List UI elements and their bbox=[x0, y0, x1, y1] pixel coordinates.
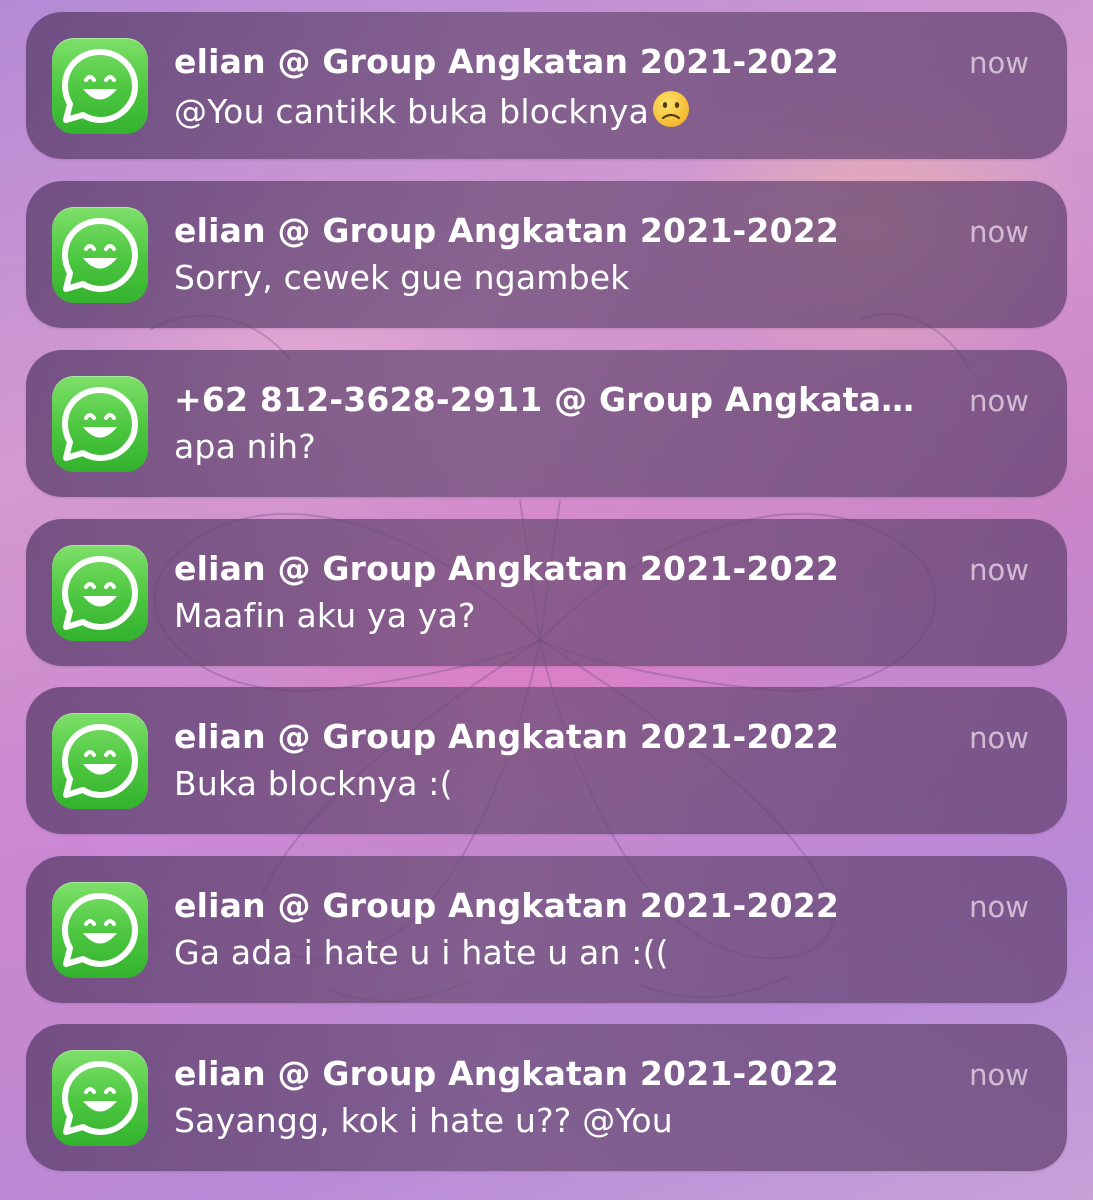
notification-time: now bbox=[969, 553, 1029, 587]
whatsapp-icon bbox=[52, 376, 148, 472]
notification-time: now bbox=[969, 215, 1029, 249]
notification-message: Ga ada i hate u i hate u an :(( bbox=[174, 933, 669, 972]
notification-banner[interactable]: elian @ Group Angkatan 2021-2022 now Say… bbox=[26, 1024, 1067, 1171]
notification-message: @You cantikk buka blocknya bbox=[174, 89, 1014, 131]
whatsapp-icon bbox=[52, 713, 148, 809]
whatsapp-icon bbox=[52, 882, 148, 978]
notification-message: Maafin aku ya ya? bbox=[174, 596, 476, 635]
notification-title: elian @ Group Angkatan 2021-2022 bbox=[174, 42, 840, 81]
notification-time: now bbox=[969, 890, 1029, 924]
whatsapp-icon bbox=[52, 207, 148, 303]
notification-message: apa nih? bbox=[174, 427, 316, 466]
notification-time: now bbox=[969, 721, 1029, 755]
notification-banner[interactable]: elian @ Group Angkatan 2021-2022 now Maa… bbox=[26, 519, 1067, 666]
notification-title: elian @ Group Angkatan 2021-2022 bbox=[174, 886, 840, 925]
whatsapp-icon bbox=[52, 545, 148, 641]
notification-banner[interactable]: elian @ Group Angkatan 2021-2022 now Ga … bbox=[26, 856, 1067, 1003]
notification-title: elian @ Group Angkatan 2021-2022 bbox=[174, 549, 840, 588]
notification-banner[interactable]: elian @ Group Angkatan 2021-2022 now Sor… bbox=[26, 181, 1067, 328]
notification-time: now bbox=[969, 1058, 1029, 1092]
notification-time: now bbox=[969, 46, 1029, 80]
notification-message: Buka blocknya :( bbox=[174, 764, 453, 803]
notification-banner[interactable]: elian @ Group Angkatan 2021-2022 now @Yo… bbox=[26, 12, 1067, 159]
whatsapp-icon bbox=[52, 1050, 148, 1146]
slightly-frowning-face-icon bbox=[653, 91, 689, 127]
notification-title: +62 812-3628-2911 @ Group Angkatan... bbox=[174, 380, 934, 419]
notification-banner[interactable]: +62 812-3628-2911 @ Group Angkatan... no… bbox=[26, 350, 1067, 497]
notification-title: elian @ Group Angkatan 2021-2022 bbox=[174, 1054, 840, 1093]
notification-time: now bbox=[969, 384, 1029, 418]
notification-message: Sorry, cewek gue ngambek bbox=[174, 258, 630, 297]
notification-banner[interactable]: elian @ Group Angkatan 2021-2022 now Buk… bbox=[26, 687, 1067, 834]
notification-title: elian @ Group Angkatan 2021-2022 bbox=[174, 211, 840, 250]
notification-message-text: @You cantikk buka blocknya bbox=[174, 92, 649, 131]
notification-title: elian @ Group Angkatan 2021-2022 bbox=[174, 717, 840, 756]
notification-message: Sayangg, kok i hate u?? @You bbox=[174, 1101, 673, 1140]
whatsapp-icon bbox=[52, 38, 148, 134]
